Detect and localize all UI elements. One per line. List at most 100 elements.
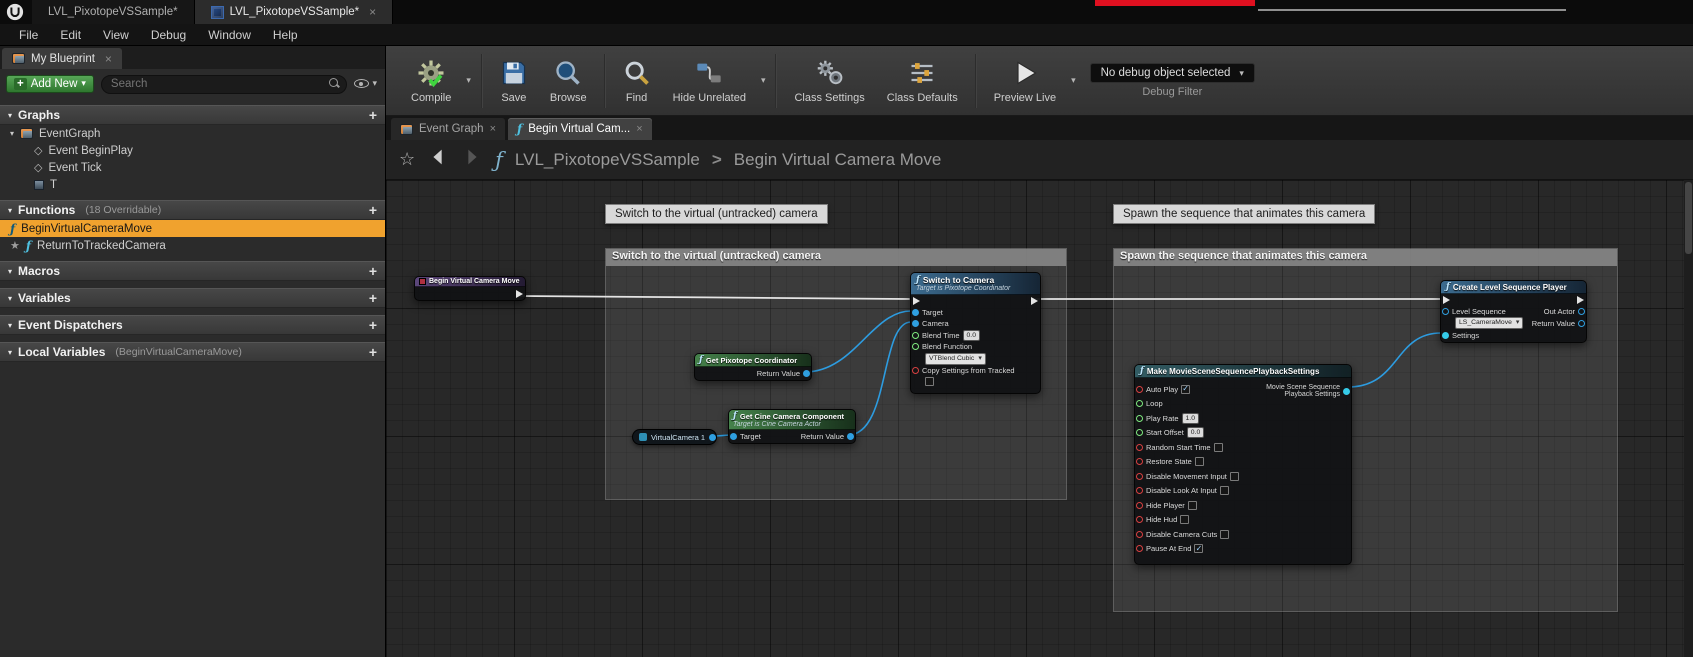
level-sequence-pin[interactable] <box>1442 308 1449 315</box>
hide-player-checkbox[interactable] <box>1188 501 1197 510</box>
tree-item-t[interactable]: T <box>0 176 385 193</box>
node-make-playback-settings[interactable]: ƒ Make MovieSceneSequencePlaybackSetting… <box>1134 364 1352 565</box>
add-local-variable-button[interactable]: + <box>369 345 377 359</box>
pause-at-end-checkbox[interactable]: ✓ <box>1194 544 1203 553</box>
menu-window[interactable]: Window <box>197 26 262 44</box>
menu-help[interactable]: Help <box>262 26 309 44</box>
auto-play-checkbox[interactable]: ✓ <box>1181 385 1190 394</box>
menu-debug[interactable]: Debug <box>140 26 197 44</box>
breadcrumb-root[interactable]: LVL_PixotopeVSSample <box>515 150 700 170</box>
disable-look-at-input-checkbox[interactable] <box>1220 486 1229 495</box>
close-icon[interactable]: × <box>636 123 642 135</box>
canvas-vertical-scrollbar[interactable] <box>1684 180 1693 657</box>
blend-time-value[interactable]: 0.0 <box>963 330 980 341</box>
restore-state-pin[interactable] <box>1136 458 1143 465</box>
tab-event-graph[interactable]: Event Graph × <box>391 118 505 140</box>
return-value-pin[interactable] <box>803 370 810 377</box>
disable-look-at-input-pin[interactable] <box>1136 487 1143 494</box>
hide-hud-checkbox[interactable] <box>1180 515 1189 524</box>
tree-item-event-tick[interactable]: ◇ Event Tick <box>0 159 385 176</box>
section-macros[interactable]: ▾ Macros + <box>0 261 385 281</box>
exec-in-pin[interactable] <box>913 297 920 305</box>
add-function-button[interactable]: + <box>369 203 377 217</box>
unreal-logo-icon[interactable] <box>6 3 24 21</box>
hide-unrelated-button[interactable]: Hide Unrelated <box>662 57 757 104</box>
blueprint-graph-canvas[interactable]: Switch to the virtual (untracked) camera… <box>386 180 1693 657</box>
search-input[interactable] <box>101 75 348 94</box>
add-variable-button[interactable]: + <box>369 291 377 305</box>
blend-function-dropdown[interactable]: VTBlend Cubic ▾ <box>925 353 986 365</box>
random-start-time-checkbox[interactable] <box>1214 443 1223 452</box>
playback-settings-out-pin[interactable] <box>1343 388 1350 395</box>
compile-options-caret[interactable]: ▾ <box>462 75 475 86</box>
node-create-level-sequence-player[interactable]: ƒ Create Level Sequence Player Level Seq… <box>1440 280 1587 343</box>
loop-pin[interactable] <box>1136 400 1143 407</box>
close-icon[interactable]: × <box>369 5 376 19</box>
return-value-pin[interactable] <box>847 433 854 440</box>
tab-begin-virtual-camera-move[interactable]: ƒ Begin Virtual Cam... × <box>508 118 652 140</box>
start-offset-pin[interactable] <box>1136 429 1143 436</box>
output-pin[interactable] <box>709 434 716 441</box>
section-event-dispatchers[interactable]: ▾ Event Dispatchers + <box>0 315 385 335</box>
copy-settings-pin[interactable] <box>912 367 919 374</box>
tree-item-eventgraph[interactable]: ▾ EventGraph <box>0 125 385 142</box>
camera-pin[interactable] <box>912 320 919 327</box>
tree-item-begin-virtual-camera-move[interactable]: ƒ BeginVirtualCameraMove <box>0 220 385 237</box>
add-new-button[interactable]: + Add New ▾ <box>6 75 94 93</box>
browse-button[interactable]: Browse <box>539 57 598 104</box>
random-start-time-pin[interactable] <box>1136 444 1143 451</box>
compile-button[interactable]: Compile <box>400 57 462 104</box>
scrollbar-thumb[interactable] <box>1685 182 1692 254</box>
return-value-pin[interactable] <box>1578 320 1585 327</box>
save-button[interactable]: Save <box>489 57 539 104</box>
target-pin[interactable] <box>912 309 919 316</box>
class-settings-button[interactable]: Class Settings <box>783 57 875 104</box>
target-pin[interactable] <box>730 433 737 440</box>
menu-view[interactable]: View <box>92 26 140 44</box>
menu-edit[interactable]: Edit <box>49 26 92 44</box>
hide-unrelated-options-caret[interactable]: ▾ <box>757 75 770 86</box>
add-macro-button[interactable]: + <box>369 264 377 278</box>
exec-out-pin[interactable] <box>1577 296 1584 304</box>
add-event-dispatcher-button[interactable]: + <box>369 318 377 332</box>
disable-movement-input-checkbox[interactable] <box>1230 472 1239 481</box>
blend-function-pin[interactable] <box>912 343 919 350</box>
close-icon[interactable]: × <box>490 123 496 135</box>
preview-live-button[interactable]: Preview Live <box>983 57 1067 104</box>
start-offset-value[interactable]: 0.0 <box>1187 427 1204 438</box>
play-rate-value[interactable]: 1.0 <box>1182 413 1199 424</box>
bookmark-star-icon[interactable]: ☆ <box>399 149 415 170</box>
node-get-pixotope-coordinator[interactable]: ƒ Get Pixotope Coordinator Return Value <box>694 353 812 381</box>
view-options-button[interactable]: ▾ <box>354 78 377 89</box>
section-graphs[interactable]: ▾ Graphs + <box>0 105 385 125</box>
exec-out-pin[interactable] <box>1031 297 1038 305</box>
out-actor-pin[interactable] <box>1578 308 1585 315</box>
tab-my-blueprint[interactable]: My Blueprint × <box>2 48 122 69</box>
find-button[interactable]: Find <box>612 57 662 104</box>
blend-time-pin[interactable] <box>912 332 919 339</box>
exec-out-pin[interactable] <box>516 290 523 298</box>
window-tab-level[interactable]: LVL_PixotopeVSSample* <box>32 0 195 24</box>
tree-item-event-beginplay[interactable]: ◇ Event BeginPlay <box>0 142 385 159</box>
preview-live-options-caret[interactable]: ▾ <box>1067 75 1080 86</box>
copy-settings-checkbox[interactable] <box>925 377 934 386</box>
exec-in-pin[interactable] <box>1443 296 1450 304</box>
hide-player-pin[interactable] <box>1136 502 1143 509</box>
window-tab-blueprint[interactable]: LVL_PixotopeVSSample* × <box>195 0 394 24</box>
disable-movement-input-pin[interactable] <box>1136 473 1143 480</box>
auto-play-pin[interactable] <box>1136 386 1143 393</box>
play-rate-pin[interactable] <box>1136 415 1143 422</box>
settings-pin[interactable] <box>1442 332 1449 339</box>
disable-camera-cuts-pin[interactable] <box>1136 531 1143 538</box>
pause-at-end-pin[interactable] <box>1136 545 1143 552</box>
nav-back-button[interactable] <box>427 146 449 173</box>
section-variables[interactable]: ▾ Variables + <box>0 288 385 308</box>
menu-file[interactable]: File <box>8 26 49 44</box>
node-virtual-camera-variable[interactable]: VirtualCamera 1 <box>632 429 717 445</box>
section-local-variables[interactable]: ▾ Local Variables (BeginVirtualCameraMov… <box>0 342 385 362</box>
section-functions[interactable]: ▾ Functions (18 Overridable) + <box>0 200 385 220</box>
debug-object-dropdown[interactable]: No debug object selected ▾ <box>1090 63 1255 83</box>
nav-forward-button[interactable] <box>461 146 483 173</box>
tree-item-return-to-tracked-camera[interactable]: ★ ƒ ReturnToTrackedCamera <box>0 237 385 254</box>
disable-camera-cuts-checkbox[interactable] <box>1220 530 1229 539</box>
